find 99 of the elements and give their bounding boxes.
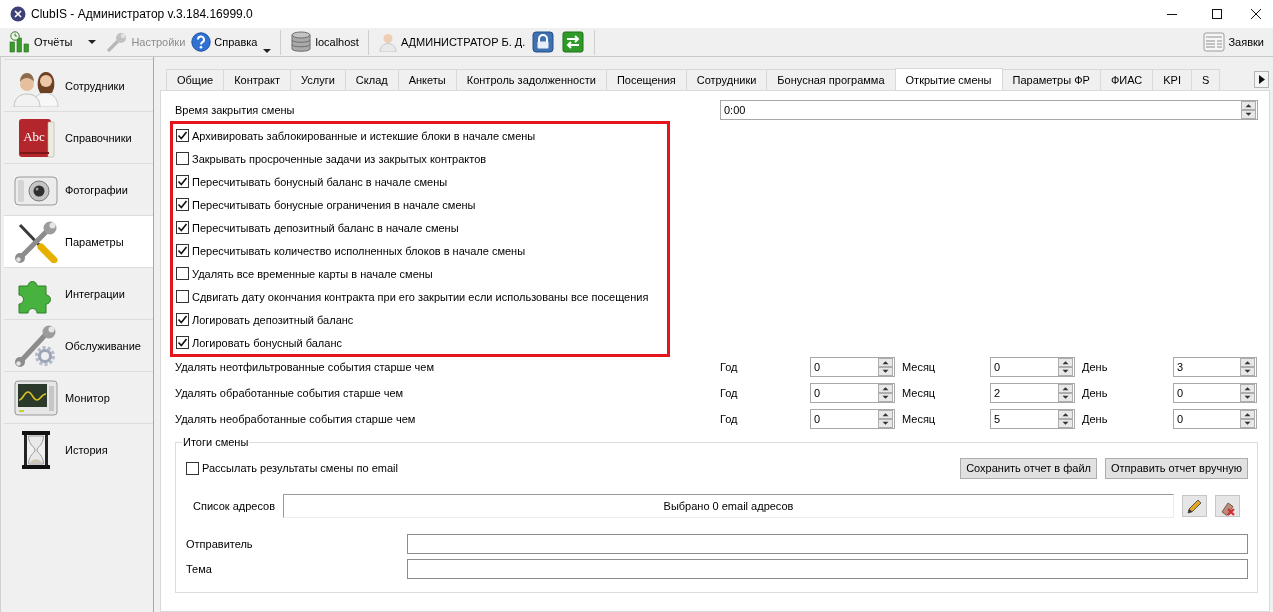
checkbox-label[interactable]: Пересчитывать бонусный баланс в начале смены — [192, 175, 448, 188]
checkbox[interactable] — [176, 290, 189, 303]
spin-buttons[interactable] — [1240, 410, 1255, 428]
number-field[interactable]: 3 — [1173, 357, 1257, 377]
toolbar-button[interactable]: localhost — [287, 29, 362, 55]
spin-buttons[interactable] — [1058, 358, 1073, 376]
tick-icon — [177, 176, 188, 187]
tick-icon — [177, 222, 188, 233]
number-field[interactable]: 0 — [810, 383, 895, 403]
checkbox[interactable] — [176, 244, 189, 257]
sidebar-item[interactable]: Параметры — [4, 215, 153, 267]
unit-label: День — [1082, 387, 1108, 399]
unit-label: Месяц — [902, 387, 936, 399]
checkbox-label[interactable]: Пересчитывать бонусные ограничения в начале смены — [192, 198, 476, 211]
group-title: Итоги смены — [182, 436, 250, 448]
spin-buttons[interactable] — [1241, 101, 1256, 119]
spin-buttons[interactable] — [878, 358, 893, 376]
tab[interactable]: Общие — [166, 69, 225, 90]
button[interactable]: Сохранить отчет в файл — [960, 457, 1097, 479]
spin-buttons[interactable] — [878, 384, 893, 402]
checkbox[interactable] — [176, 336, 189, 349]
chart-icon — [9, 31, 31, 53]
tab-scroll-button[interactable] — [1254, 71, 1269, 88]
database-icon — [290, 31, 313, 53]
number-field[interactable]: 2 — [990, 383, 1075, 403]
edit-button[interactable] — [1182, 495, 1207, 517]
window-title: ClubIS - Администратор v.3.184.16999.0 — [31, 7, 253, 21]
checkbox[interactable] — [176, 221, 189, 234]
number-field[interactable]: 0 — [810, 357, 895, 377]
checkbox[interactable] — [176, 129, 189, 142]
unit-label: Год — [720, 361, 738, 373]
field-label: Удалять обработанные события старше чем — [175, 387, 404, 399]
button[interactable]: Отправить отчет вручную — [1105, 457, 1248, 479]
tools-icon — [13, 220, 59, 263]
app-icon — [10, 6, 26, 22]
toolbar-button[interactable]: АДМИНИСТРАТОР Б. Д. — [374, 29, 529, 55]
field-label: Удалять неотфильтрованные события старше чем — [175, 361, 434, 373]
tick-icon — [177, 337, 188, 348]
checkbox-label[interactable]: Архивировать заблокированные и истекшие блоки в начале смены — [192, 129, 536, 142]
spin-buttons[interactable] — [1058, 384, 1073, 402]
checkbox-label[interactable]: Рассылать результаты смены по email — [202, 462, 398, 474]
spin-buttons[interactable] — [1058, 410, 1073, 428]
lock-icon — [532, 31, 555, 53]
unit-label: Год — [720, 387, 738, 399]
checkbox[interactable] — [176, 175, 189, 188]
sender-field[interactable] — [407, 534, 1248, 554]
tick-icon — [177, 130, 188, 141]
subject-field[interactable] — [407, 559, 1248, 579]
wrench-icon — [106, 31, 129, 53]
unit-label: Месяц — [902, 413, 936, 425]
number-field[interactable]: 0 — [810, 409, 895, 429]
checkbox-label[interactable]: Логировать депозитный баланс — [192, 313, 354, 326]
checkbox-label[interactable]: Сдвигать дату окончания контракта при его закрытии если использованы все посещения — [192, 290, 649, 303]
unit-label: Год — [720, 413, 738, 425]
caret-icon — [88, 40, 97, 44]
help-icon — [191, 32, 212, 52]
arrows-icon — [562, 31, 585, 53]
checkbox[interactable] — [176, 152, 189, 165]
caret-icon — [263, 48, 272, 53]
clear-button[interactable] — [1215, 495, 1240, 517]
checkbox-label[interactable]: Закрывать просроченные задачи из закрытых контрактов — [192, 152, 487, 165]
right-arrow-icon — [1258, 75, 1265, 84]
field-label: Тема — [186, 563, 212, 575]
tab[interactable]: Открытие смены — [894, 68, 1003, 90]
checkbox-label[interactable]: Пересчитывать количество исполненных блоков в начале смены — [192, 244, 526, 257]
field-label: Список адресов — [193, 500, 275, 512]
checkbox[interactable] — [176, 198, 189, 211]
checkbox-label[interactable]: Логировать бонусный баланс — [192, 336, 342, 349]
toolbar-button[interactable]: Заявки — [1200, 29, 1267, 55]
time-field[interactable]: 0:00 — [720, 100, 1258, 120]
number-field[interactable]: 0 — [1173, 409, 1257, 429]
number-field[interactable]: 0 — [990, 357, 1075, 377]
unit-label: День — [1082, 413, 1108, 425]
checkbox-label[interactable]: Удалять все временные карты в начале смены — [192, 267, 433, 280]
close-icon — [1251, 9, 1261, 19]
tick-icon — [177, 199, 188, 210]
number-field[interactable]: 5 — [990, 409, 1075, 429]
address-list-field[interactable]: Выбрано 0 email адресов — [283, 494, 1174, 518]
checkbox[interactable] — [186, 461, 199, 475]
field-label: Отправитель — [186, 538, 253, 550]
toolbar-button[interactable]: Справка — [188, 29, 275, 55]
checkbox[interactable] — [176, 313, 189, 326]
user-icon — [377, 32, 398, 52]
checkbox-label[interactable]: Пересчитывать депозитный баланс в начале смены — [192, 221, 459, 234]
unit-label: Месяц — [902, 361, 936, 373]
spin-buttons[interactable] — [1240, 358, 1255, 376]
toolbar-button[interactable]: Отчёты — [6, 29, 76, 55]
field-label: Удалять необработанные события старше чем — [175, 413, 416, 425]
checkbox[interactable] — [176, 267, 189, 280]
field-label: Время закрытия смены — [175, 104, 295, 116]
tab[interactable]: S — [1190, 69, 1221, 90]
tick-icon — [177, 245, 188, 256]
spin-buttons[interactable] — [1240, 384, 1255, 402]
maximize-icon — [1211, 9, 1222, 19]
tick-icon — [177, 314, 188, 325]
spin-buttons[interactable] — [878, 410, 893, 428]
unit-label: День — [1082, 361, 1108, 373]
number-field[interactable]: 0 — [1173, 383, 1257, 403]
list-icon — [1203, 32, 1226, 52]
